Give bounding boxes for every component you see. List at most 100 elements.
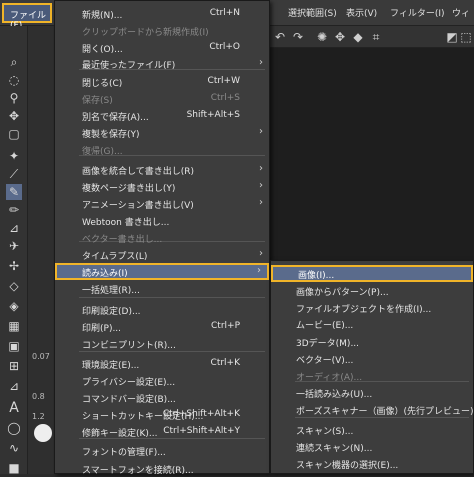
import-menu-item[interactable]: 一括読み込み(U)...: [271, 384, 473, 401]
menu-item-label: コマンドバー設定(B)...: [82, 395, 176, 405]
eraser-icon[interactable]: ◇: [6, 278, 22, 294]
file-menu-item[interactable]: 複製を保存(Y) ›: [55, 124, 269, 141]
file-menu-item[interactable]: 別名で保存(A)... Shift+Alt+S: [55, 107, 269, 124]
menu-item-import[interactable]: 読み込み(I) ›: [55, 263, 269, 280]
chevron-right-icon: ›: [259, 126, 263, 137]
file-menu-item[interactable]: 閉じる(C) Ctrl+W: [55, 73, 269, 90]
balloon-icon[interactable]: ◯: [6, 420, 22, 436]
zoom-icon[interactable]: ⌕: [6, 54, 22, 70]
file-menu-item[interactable]: 最近使ったファイル(F) ›: [55, 55, 269, 72]
file-menu-item[interactable]: ショートカットキー設定(H)... Ctrl+Shift+Alt+K: [55, 406, 269, 423]
lasso-icon[interactable]: ◌: [6, 72, 22, 88]
import-menu-item[interactable]: スキャン(S)...: [271, 421, 473, 438]
file-menu-item[interactable]: タイムラプス(L) ›: [55, 246, 269, 263]
file-menu-item[interactable]: 環境設定(E)... Ctrl+K: [55, 355, 269, 372]
menu-filter[interactable]: フィルター(I): [390, 6, 445, 19]
file-menu-item[interactable]: コンビニプリント(R)...: [55, 335, 269, 352]
import-menu-item[interactable]: ムービー(E)...: [271, 315, 473, 332]
redo-icon[interactable]: ↷: [290, 29, 306, 45]
menu-item-shortcut: Shift+Alt+S: [186, 110, 240, 120]
menu-item-shortcut: Ctrl+K: [210, 358, 240, 368]
chevron-right-icon: ›: [257, 265, 261, 276]
file-menu-item[interactable]: 開く(O)... Ctrl+O: [55, 39, 269, 56]
file-menu-item[interactable]: 新規(N)... Ctrl+N: [55, 5, 269, 22]
menu-item-label: 連続スキャン(N)...: [296, 444, 373, 454]
menu-item-label: 修飾キー設定(K)...: [82, 429, 158, 439]
pencil-icon[interactable]: ✏: [6, 202, 22, 218]
menu-item-label: 印刷設定(D)...: [82, 307, 141, 317]
file-menu-item[interactable]: フォントの管理(F)...: [55, 442, 269, 459]
menu-select[interactable]: 選択範囲(S): [288, 6, 337, 19]
menu-item-label: 印刷(P)...: [82, 324, 122, 334]
file-menu-button[interactable]: ファイル(F): [2, 3, 52, 31]
menu-item-label: 復帰(G)...: [82, 147, 123, 157]
menu-item-label: ポーズスキャナー（画像）(先行プレビュー)(B)...: [296, 407, 474, 417]
import-menu-item[interactable]: 画像からパターン(P)...: [271, 282, 473, 299]
import-menu-item[interactable]: スキャン機器の選択(E)...: [271, 455, 473, 472]
ruler-icon[interactable]: ⊿: [6, 378, 22, 394]
fill-icon[interactable]: ◆: [350, 29, 366, 45]
magic-wand-icon[interactable]: ✦: [6, 148, 22, 164]
file-menu-item[interactable]: ベクター書き出し...: [55, 229, 269, 246]
move-icon[interactable]: ✥: [6, 108, 22, 124]
menu-item-shortcut: Ctrl+Shift+Alt+Y: [163, 426, 240, 436]
loading-icon[interactable]: ✺: [314, 29, 330, 45]
menu-item-import-image[interactable]: 画像(I)...: [271, 265, 473, 282]
menu-view[interactable]: 表示(V): [346, 6, 377, 19]
menu-item-label: 画像(I)...: [298, 271, 335, 281]
menu-item-shortcut: Ctrl+O: [209, 42, 240, 52]
clear-icon[interactable]: ✥: [332, 29, 348, 45]
menu-item-label: 画像からパターン(P)...: [296, 288, 389, 298]
gradient-icon[interactable]: ▦: [6, 318, 22, 334]
text-icon[interactable]: A: [6, 400, 22, 416]
brush-size-preview[interactable]: [34, 424, 52, 442]
file-menu-item[interactable]: Webtoon 書き出し...: [55, 212, 269, 229]
menu-item-label: 一括処理(R)...: [82, 286, 140, 296]
menu-item-label: ファイルオブジェクトを作成(I)...: [296, 305, 432, 315]
file-menu-item[interactable]: 画像を統合して書き出し(R) ›: [55, 161, 269, 178]
file-menu-item[interactable]: 印刷(P)... Ctrl+P: [55, 318, 269, 335]
correct-line-icon[interactable]: ∿: [6, 440, 22, 456]
file-menu-item[interactable]: 印刷設定(D)...: [55, 301, 269, 318]
import-submenu: 画像(I)... 画像からパターン(P)... ファイルオブジェクトを作成(I)..…: [270, 260, 474, 474]
transform-icon[interactable]: ⬚: [458, 29, 474, 45]
file-menu-item[interactable]: コマンドバー設定(B)...: [55, 389, 269, 406]
crop-icon[interactable]: ⌗: [368, 29, 384, 45]
import-menu-item[interactable]: 連続スキャン(N)...: [271, 438, 473, 455]
fill-bucket-icon[interactable]: ◈: [6, 298, 22, 314]
file-menu-item[interactable]: クリップボードから新規作成(I): [55, 22, 269, 39]
menu-item-label: フォントの管理(F)...: [82, 448, 166, 458]
menu-item-shortcut: Ctrl+N: [209, 8, 240, 18]
import-menu-item[interactable]: ファイルオブジェクトを作成(I)...: [271, 299, 473, 316]
menu-window[interactable]: ウィ: [452, 6, 470, 19]
eyedropper-icon[interactable]: ⚲: [6, 90, 22, 106]
import-menu-item[interactable]: ベクター(V)...: [271, 350, 473, 367]
file-menu-item[interactable]: 修飾キー設定(K)... Ctrl+Shift+Alt+Y: [55, 423, 269, 440]
dropper-icon[interactable]: ⟋: [6, 166, 22, 182]
import-menu-item[interactable]: オーディオ(A)...: [271, 367, 473, 384]
figure-icon[interactable]: ▣: [6, 338, 22, 354]
file-menu-item[interactable]: 復帰(G)...: [55, 141, 269, 158]
file-menu-item[interactable]: 複数ページ書き出し(Y) ›: [55, 178, 269, 195]
blend-icon[interactable]: ✢: [6, 258, 22, 274]
file-menu-item[interactable]: プライバシー設定(E)...: [55, 372, 269, 389]
file-menu-item[interactable]: 一括処理(R)...: [55, 280, 269, 297]
menu-item-label: コンビニプリント(R)...: [82, 341, 176, 351]
frame-icon[interactable]: ⊞: [6, 358, 22, 374]
brush-size-label: 1.2: [32, 412, 45, 421]
rect-select-icon[interactable]: ▢: [6, 126, 22, 142]
menu-item-shortcut: Ctrl+W: [207, 76, 240, 86]
menu-item-label: 最近使ったファイル(F): [82, 61, 176, 71]
menu-item-label: 複数ページ書き出し(Y): [82, 184, 176, 194]
file-menu-item[interactable]: スマートフォンを接続(R)...: [55, 460, 269, 477]
import-menu-item[interactable]: 3Dデータ(M)...: [271, 333, 473, 350]
menu-item-label: 複製を保存(Y): [82, 130, 140, 140]
import-menu-item[interactable]: ポーズスキャナー（画像）(先行プレビュー)(B)...: [271, 401, 474, 418]
undo-icon[interactable]: ↶: [272, 29, 288, 45]
pen-icon[interactable]: ✎: [6, 184, 22, 200]
file-menu-item[interactable]: 保存(S) Ctrl+S: [55, 90, 269, 107]
file-menu-item[interactable]: アニメーション書き出し(V) ›: [55, 195, 269, 212]
brush-icon[interactable]: ⊿: [6, 220, 22, 236]
chevron-right-icon: ›: [259, 57, 263, 68]
airbrush-icon[interactable]: ✈: [6, 238, 22, 254]
